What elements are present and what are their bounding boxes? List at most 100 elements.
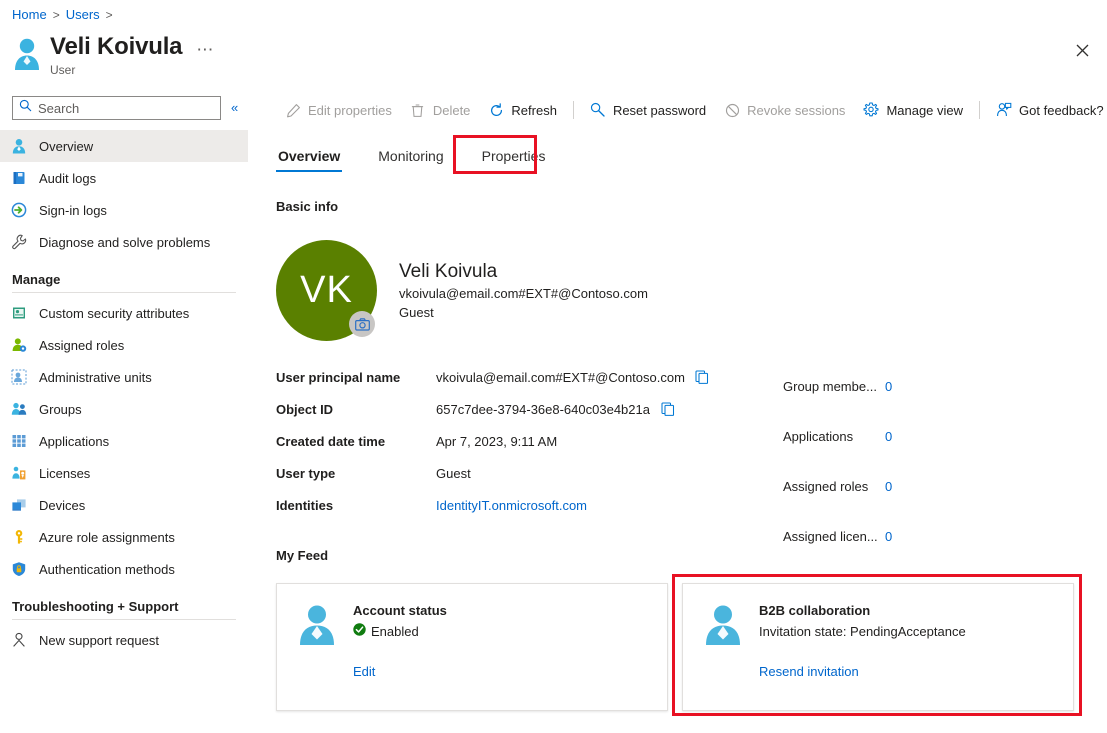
- sidebar-item-licenses[interactable]: Licenses: [0, 457, 248, 489]
- tab-overview[interactable]: Overview: [276, 148, 343, 172]
- property-key: Identities: [276, 497, 334, 513]
- sidebar-item-label: Devices: [39, 497, 86, 513]
- feed-card-account-status[interactable]: Account status Enabled Edit: [276, 583, 668, 711]
- user-icon: [10, 137, 28, 155]
- feed-card-status: Invitation state: PendingAcceptance: [759, 622, 966, 642]
- feed-card-link-edit[interactable]: Edit: [353, 664, 375, 679]
- sidebar-search-row: «: [12, 96, 238, 120]
- attributes-icon: [10, 304, 28, 322]
- user-person-icon: [703, 602, 745, 681]
- sidebar-item-audit-logs[interactable]: Audit logs: [0, 162, 248, 194]
- support-person-icon: [10, 631, 28, 649]
- identity-user-type: Guest: [399, 305, 434, 320]
- property-key: User principal name: [276, 369, 401, 385]
- stat-value[interactable]: 0: [885, 529, 892, 544]
- stat-value[interactable]: 0: [885, 379, 892, 394]
- page-title: Veli Koivula: [50, 33, 183, 60]
- tab-properties[interactable]: Properties: [480, 148, 548, 172]
- search-input[interactable]: [38, 100, 214, 116]
- collapse-sidebar-button[interactable]: «: [231, 101, 238, 115]
- avatar: VK: [276, 240, 377, 341]
- reset-password-button[interactable]: Reset password: [581, 95, 715, 125]
- user-icon: [12, 37, 42, 71]
- sidebar-item-assigned-roles[interactable]: Assigned roles: [0, 329, 248, 361]
- stat-row-group-membership: Group membe... 0: [783, 361, 1013, 411]
- feed-card-link-resend-invitation[interactable]: Resend invitation: [759, 664, 859, 679]
- pencil-icon: [285, 102, 301, 118]
- property-row-user-principal-name: User principal name vkoivula@email.com#E…: [276, 361, 709, 393]
- sidebar: Overview Audit logs Sign-in logs Diagnos…: [0, 130, 248, 733]
- sidebar-divider: [12, 619, 236, 620]
- section-title-basic-info: Basic info: [276, 199, 339, 214]
- identity-block: VK Veli Koivula vkoivula@email.com#EXT#@…: [276, 240, 648, 341]
- command-label: Delete: [432, 102, 471, 118]
- azure-user-overview-page: Home > Users > Veli Koivula ⋯ User Searc…: [0, 0, 1107, 733]
- command-label: Manage view: [886, 102, 964, 118]
- property-value-link[interactable]: IdentityIT.onmicrosoft.com: [436, 498, 587, 513]
- command-label: Got feedback?: [1019, 102, 1104, 118]
- breadcrumb-separator-icon: >: [105, 8, 113, 22]
- more-options-button[interactable]: ⋯: [192, 40, 218, 60]
- sidebar-item-groups[interactable]: Groups: [0, 393, 248, 425]
- revoke-sessions-button[interactable]: Revoke sessions: [715, 95, 854, 125]
- sidebar-item-authentication-methods[interactable]: Authentication methods: [0, 553, 248, 585]
- copy-icon[interactable]: [695, 369, 709, 385]
- property-key: Object ID: [276, 401, 334, 417]
- devices-icon: [10, 496, 28, 514]
- sidebar-item-label: Azure role assignments: [39, 529, 175, 545]
- breadcrumb-item-home[interactable]: Home: [12, 7, 47, 23]
- key-reset-icon: [590, 102, 606, 118]
- sidebar-item-custom-security-attributes[interactable]: Custom security attributes: [0, 297, 248, 329]
- edit-properties-button[interactable]: Edit properties: [276, 95, 401, 125]
- sidebar-item-new-support-request[interactable]: New support request: [0, 624, 248, 656]
- delete-button[interactable]: Delete: [401, 95, 480, 125]
- sidebar-item-sign-in-logs[interactable]: Sign-in logs: [0, 194, 248, 226]
- licenses-icon: [10, 464, 28, 482]
- camera-icon[interactable]: [349, 311, 375, 337]
- sidebar-item-devices[interactable]: Devices: [0, 489, 248, 521]
- sidebar-item-label: Sign-in logs: [39, 202, 107, 218]
- property-value: Apr 7, 2023, 9:11 AM: [436, 433, 558, 449]
- sidebar-item-applications[interactable]: Applications: [0, 425, 248, 457]
- sign-in-icon: [10, 201, 28, 219]
- feed-card-title: B2B collaboration: [759, 603, 871, 618]
- sidebar-item-label: Assigned roles: [39, 337, 125, 353]
- sidebar-divider: [12, 292, 236, 293]
- sidebar-group-title-troubleshooting: Troubleshooting + Support: [12, 599, 179, 614]
- sidebar-item-overview[interactable]: Overview: [0, 130, 248, 162]
- feed-card-b2b-collaboration[interactable]: B2B collaboration Invitation state: Pend…: [682, 583, 1074, 711]
- sidebar-item-administrative-units[interactable]: Administrative units: [0, 361, 248, 393]
- breadcrumb-item-users[interactable]: Users: [66, 7, 100, 23]
- tab-bar: Overview Monitoring Properties: [276, 140, 581, 172]
- tab-monitoring[interactable]: Monitoring: [376, 148, 445, 172]
- refresh-button[interactable]: Refresh: [479, 95, 566, 125]
- search-icon: [19, 99, 32, 117]
- wrench-icon: [10, 233, 28, 251]
- sidebar-item-label: Diagnose and solve problems: [39, 234, 211, 250]
- search-box[interactable]: [12, 96, 221, 120]
- stat-value[interactable]: 0: [885, 429, 892, 444]
- command-label: Revoke sessions: [747, 102, 846, 118]
- command-label: Reset password: [612, 102, 707, 118]
- shield-lock-icon: [10, 560, 28, 578]
- copy-icon[interactable]: [660, 401, 676, 417]
- command-separator: [979, 101, 981, 119]
- manage-view-button[interactable]: Manage view: [854, 95, 972, 125]
- sidebar-item-label: Administrative units: [39, 369, 152, 385]
- administrative-units-icon: [10, 368, 28, 386]
- sidebar-item-label: Custom security attributes: [39, 305, 190, 321]
- property-row-created-date-time: Created date time Apr 7, 2023, 9:11 AM: [276, 425, 706, 457]
- sidebar-item-diagnose-and-solve-problems[interactable]: Diagnose and solve problems: [0, 226, 248, 258]
- stat-value[interactable]: 0: [885, 479, 892, 494]
- check-circle-icon: [353, 622, 366, 642]
- property-row-identities: Identities IdentityIT.onmicrosoft.com: [276, 489, 706, 521]
- sidebar-item-label: Overview: [39, 138, 94, 154]
- key-icon: [10, 528, 28, 546]
- property-value: 657c7dee-3794-36e8-640c03e4b21a: [436, 401, 650, 417]
- sidebar-item-label: Applications: [39, 433, 110, 449]
- sidebar-item-azure-role-assignments[interactable]: Azure role assignments: [0, 521, 248, 553]
- feed-card-title: Account status: [353, 603, 447, 618]
- sidebar-group-title-manage: Manage: [12, 272, 61, 287]
- got-feedback-button[interactable]: Got feedback?: [987, 95, 1107, 125]
- content-area: Edit properties Delete Refresh Reset pas…: [276, 0, 1107, 733]
